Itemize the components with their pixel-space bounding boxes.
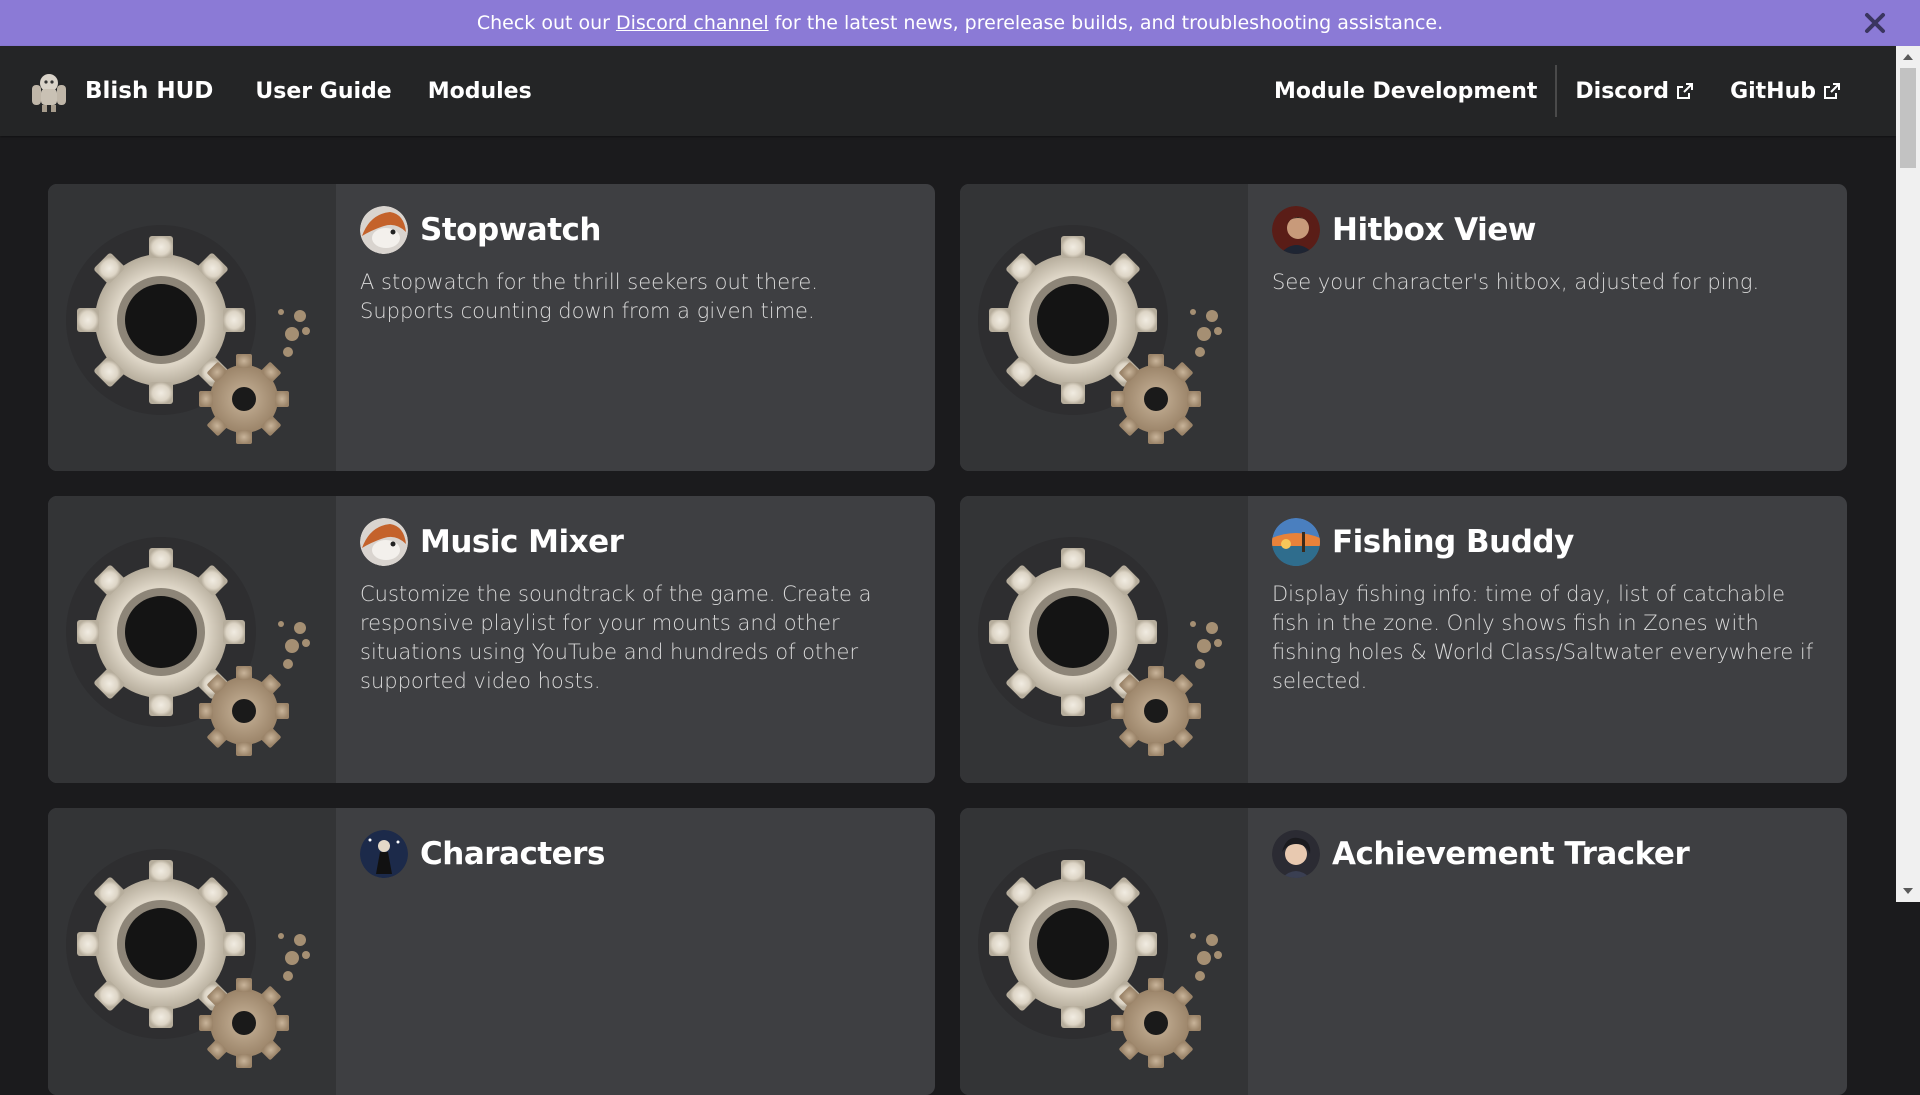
scroll-thumb[interactable] (1900, 68, 1916, 168)
discord-channel-link[interactable]: Discord channel (616, 12, 769, 34)
module-description: Display fishing info: time of day, list … (1272, 582, 1814, 693)
character-portrait-avatar-icon (1272, 206, 1320, 254)
module-card-head: Fishing Buddy (1272, 518, 1823, 566)
module-card-head: Achievement Tracker (1272, 830, 1823, 878)
module-title[interactable]: Stopwatch (420, 212, 601, 248)
module-card[interactable]: Hitbox View See your character's hitbox,… (960, 184, 1847, 471)
banner-prefix: Check out our (476, 12, 610, 34)
close-icon[interactable] (1860, 8, 1890, 38)
nav-github[interactable]: GitHub (1730, 79, 1841, 104)
module-card-body: Music Mixer Customize the soundtrack of … (336, 496, 935, 783)
module-image (48, 496, 336, 783)
night-character-avatar-icon (360, 830, 408, 878)
module-card-body: Characters (336, 808, 935, 1095)
scroll-up-arrow-icon[interactable] (1902, 51, 1914, 63)
sunset-avatar-icon (1272, 518, 1320, 566)
module-image (960, 808, 1248, 1095)
module-title[interactable]: Music Mixer (420, 524, 624, 560)
gears-icon (960, 184, 1248, 471)
module-card-body: Fishing Buddy Display fishing info: time… (1248, 496, 1847, 783)
module-description: A stopwatch for the thrill seekers out t… (360, 270, 818, 323)
red-panda-avatar-icon (360, 206, 408, 254)
navbar: Blish HUD User Guide Modules Module Deve… (0, 46, 1896, 136)
module-card-head: Music Mixer (360, 518, 911, 566)
module-card-body: Achievement Tracker (1248, 808, 1847, 1095)
brand-title: Blish HUD (85, 78, 214, 104)
module-image (960, 496, 1248, 783)
gears-icon (960, 496, 1248, 783)
external-link-icon (1677, 83, 1694, 99)
module-card[interactable]: Stopwatch A stopwatch for the thrill see… (48, 184, 935, 471)
module-title[interactable]: Achievement Tracker (1332, 836, 1690, 872)
gears-icon (48, 184, 336, 471)
nav-module-development[interactable]: Module Development (1274, 79, 1537, 104)
module-description: See your character's hitbox, adjusted fo… (1272, 270, 1760, 294)
module-card[interactable]: Music Mixer Customize the soundtrack of … (48, 496, 935, 783)
module-title[interactable]: Characters (420, 836, 605, 872)
anime-character-avatar-icon (1272, 830, 1320, 878)
page-scrollbar[interactable] (1896, 46, 1920, 902)
module-image (48, 808, 336, 1095)
external-link-icon (1824, 83, 1840, 99)
gears-icon (960, 808, 1248, 1095)
nav-divider (1555, 65, 1558, 117)
module-card-body: Hitbox View See your character's hitbox,… (1248, 184, 1847, 471)
module-title[interactable]: Hitbox View (1332, 212, 1536, 248)
module-card[interactable]: Achievement Tracker (960, 808, 1847, 1095)
red-panda-avatar-icon (360, 518, 408, 566)
golem-logo-icon (32, 74, 66, 112)
module-image (960, 184, 1248, 471)
nav-modules[interactable]: Modules (428, 79, 532, 104)
nav-user-guide[interactable]: User Guide (255, 79, 391, 104)
module-card-head: Stopwatch (360, 206, 911, 254)
gears-icon (48, 496, 336, 783)
module-title[interactable]: Fishing Buddy (1332, 524, 1574, 560)
nav-discord-label: Discord (1575, 78, 1670, 104)
gears-icon (48, 808, 336, 1095)
module-card-head: Hitbox View (1272, 206, 1823, 254)
module-card-head: Characters (360, 830, 911, 878)
nav-right: Module Development Discord GitHub (1274, 65, 1841, 117)
module-card[interactable]: Fishing Buddy Display fishing info: time… (960, 496, 1847, 783)
brand[interactable]: Blish HUD (27, 69, 213, 113)
nav-discord[interactable]: Discord (1575, 79, 1694, 104)
nav-github-label: GitHub (1730, 78, 1816, 104)
scroll-down-arrow-icon[interactable] (1902, 885, 1914, 897)
module-description: Customize the soundtrack of the game. Cr… (360, 582, 872, 693)
module-image (48, 184, 336, 471)
module-card-body: Stopwatch A stopwatch for the thrill see… (336, 184, 935, 471)
announcement-banner: Check out our Discord channel for the la… (0, 0, 1920, 46)
module-card[interactable]: Characters (48, 808, 935, 1095)
banner-suffix: for the latest news, prerelease builds, … (774, 12, 1444, 34)
